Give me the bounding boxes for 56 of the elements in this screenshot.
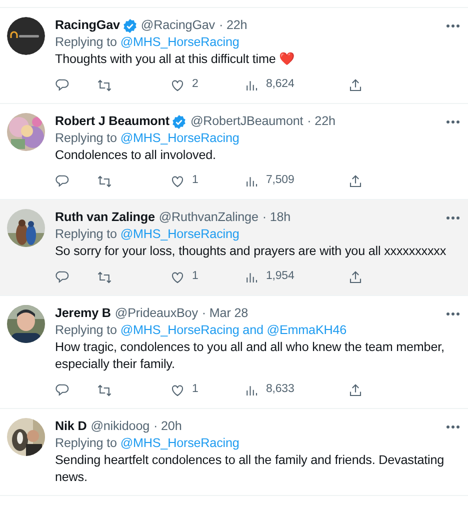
more-icon[interactable]: [446, 312, 460, 316]
action-count: 1: [192, 173, 198, 188]
user-name: RacingGav: [55, 17, 120, 34]
action-count: 8,624: [266, 77, 294, 92]
reply-text: Condolences to all involoved.: [55, 147, 217, 164]
more-icon[interactable]: [446, 216, 460, 220]
reply-text: How tragic, condolences to you all and all who knew the team member, especially their family.: [55, 339, 446, 373]
user-name: Jeremy B: [55, 305, 111, 322]
like-icon[interactable]: [170, 270, 185, 284]
retweet-icon[interactable]: [97, 174, 112, 188]
share-icon[interactable]: [348, 174, 363, 188]
reply-icon[interactable]: [55, 270, 70, 284]
retweet-icon[interactable]: [97, 78, 112, 92]
reply-text: Sending heartfelt condolences to all the family and friends. Devastating news.: [55, 452, 446, 486]
like-icon[interactable]: [170, 382, 185, 398]
share-icon[interactable]: [348, 270, 363, 284]
share-icon[interactable]: [348, 78, 363, 92]
replying-label: Replying to: [55, 131, 117, 145]
action-count: 1: [192, 269, 198, 284]
reply-text: So sorry for your loss, thoughts and prayers are with you all xxxxxxxxxx: [55, 243, 448, 260]
timestamp: · 22h: [219, 17, 248, 34]
avatar-logo-icon: [7, 17, 45, 55]
more-icon[interactable]: [446, 424, 460, 428]
retweet-icon[interactable]: [97, 270, 112, 284]
reply-icon[interactable]: [55, 78, 70, 92]
user-handle: @PrideauxBoy: [114, 305, 198, 322]
reply-icon[interactable]: [55, 174, 70, 188]
replying-label: Replying to: [55, 227, 117, 241]
action-count: 8,633: [266, 382, 294, 398]
timestamp: · 20h: [154, 418, 182, 435]
more-icon[interactable]: [446, 24, 460, 28]
user-handle: @RuthvanZalinge: [158, 209, 258, 226]
replying-label: Replying to: [55, 436, 117, 450]
reply-text: Thoughts with you all at this difficult time ❤: [55, 51, 296, 68]
reply-icon[interactable]: [55, 382, 70, 398]
action-count: 1: [192, 382, 198, 398]
reply-card[interactable]: Ruth van Zalinge @RuthvanZalinge · 18h Replying to @MHS_HorseRacing So sorry for your loss, thoughts and prayers are with you all xxxxxxxxxx 1 1,954: [0, 200, 468, 296]
more-icon[interactable]: [446, 120, 460, 124]
like-icon[interactable]: [170, 174, 185, 188]
user-name: Nik D: [55, 418, 87, 435]
user-handle: @nikidoog: [90, 418, 150, 435]
like-icon[interactable]: [170, 78, 185, 92]
action-count: 2: [192, 77, 198, 92]
retweet-icon[interactable]: [97, 382, 112, 398]
user-name: Ruth van Zalinge: [55, 209, 155, 226]
user-handle: @RobertJBeaumont: [190, 113, 304, 130]
replying-label: Replying to: [55, 323, 117, 337]
action-count: 7,509: [266, 173, 294, 188]
replying-label: Replying to: [55, 35, 117, 49]
timestamp: · 22h: [307, 113, 336, 130]
action-count: 1,954: [266, 269, 294, 284]
user-handle: @RacingGav: [140, 17, 215, 34]
timestamp: · Mar 28: [202, 305, 248, 322]
share-icon[interactable]: [348, 382, 363, 398]
timestamp: · 18h: [262, 209, 291, 226]
user-name: Robert J Beaumont: [55, 113, 170, 130]
